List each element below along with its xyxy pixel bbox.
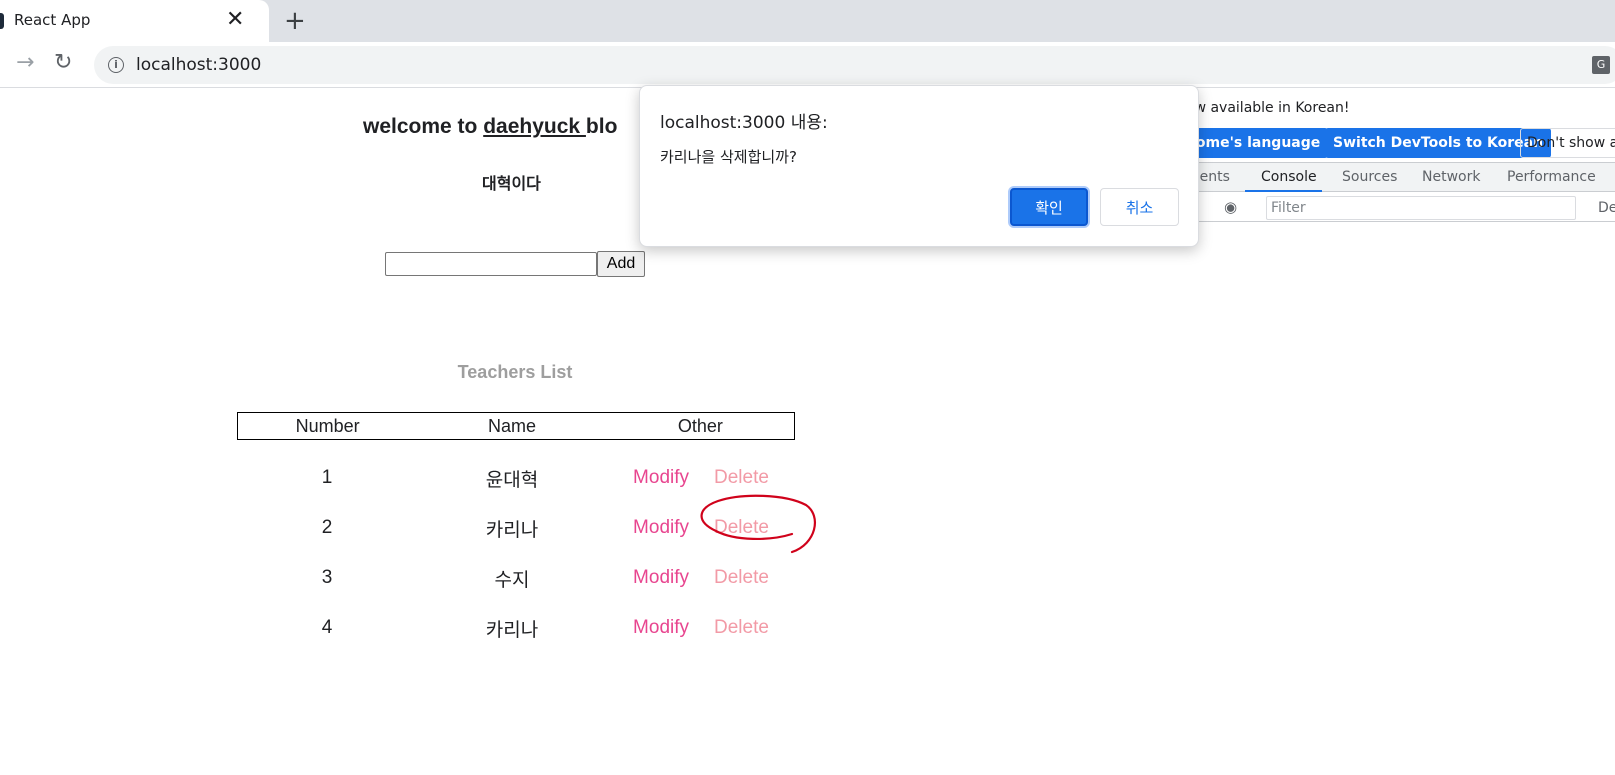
plus-icon[interactable]: + bbox=[284, 6, 306, 36]
modify-link[interactable]: Modify bbox=[633, 467, 689, 489]
cancel-button[interactable]: 취소 bbox=[1100, 188, 1179, 226]
modify-link[interactable]: Modify bbox=[633, 617, 689, 639]
add-input[interactable] bbox=[385, 252, 597, 276]
list-title: Teachers List bbox=[457, 362, 573, 382]
row-actions: Modify Delete bbox=[607, 467, 795, 489]
welcome-link[interactable]: daehyuck bbox=[483, 115, 586, 138]
delete-link[interactable]: Delete bbox=[714, 567, 769, 589]
table-header: Number Name Other bbox=[237, 412, 795, 440]
row-name: 카리나 bbox=[485, 619, 539, 641]
tab-console[interactable]: Console bbox=[1261, 169, 1317, 185]
header-name: Name bbox=[488, 415, 537, 436]
row-actions: Modify Delete bbox=[607, 617, 795, 639]
favicon-icon bbox=[0, 13, 4, 29]
row-number: 2 bbox=[321, 517, 333, 538]
row-number: 1 bbox=[321, 467, 333, 488]
welcome-prefix: welcome to bbox=[363, 115, 484, 138]
row-name: 윤대혁 bbox=[485, 469, 539, 491]
confirm-dialog: localhost:3000 내용: 카리나을 삭제합니까? 확인 취소 bbox=[639, 85, 1199, 247]
close-icon[interactable]: ✕ bbox=[226, 7, 244, 33]
info-icon[interactable]: i bbox=[108, 57, 124, 73]
row-number: 3 bbox=[321, 567, 333, 588]
devtools-language-info: ow available in Korean! bbox=[1186, 100, 1350, 116]
table-row: 2 카리나 Modify Delete bbox=[237, 503, 795, 553]
dont-show-again-button[interactable]: Don't show ag bbox=[1520, 128, 1615, 158]
tab-network[interactable]: Network bbox=[1422, 169, 1480, 185]
filter-input[interactable]: Filter bbox=[1266, 196, 1576, 220]
teachers-table: Number Name Other 1 윤대혁 Modify Delete 2 … bbox=[237, 412, 795, 653]
row-actions: Modify Delete bbox=[607, 567, 795, 589]
browser-tab[interactable]: React App ✕ bbox=[0, 0, 269, 42]
switch-devtools-korean-button[interactable]: Switch DevTools to Korean bbox=[1325, 128, 1552, 158]
tab-strip: React App ✕ + bbox=[0, 0, 1615, 42]
forward-icon[interactable]: → bbox=[16, 50, 34, 75]
header-other: Other bbox=[677, 415, 723, 436]
delete-link[interactable]: Delete bbox=[714, 617, 769, 639]
delete-link[interactable]: Delete bbox=[714, 517, 769, 539]
reload-icon[interactable]: ↻ bbox=[54, 50, 72, 75]
modify-link[interactable]: Modify bbox=[633, 567, 689, 589]
table-row: 1 윤대혁 Modify Delete bbox=[237, 453, 795, 503]
translate-icon[interactable]: G bbox=[1592, 56, 1610, 74]
tab-sources[interactable]: Sources bbox=[1342, 169, 1397, 185]
delete-link[interactable]: Delete bbox=[714, 467, 769, 489]
devtools-language-button[interactable]: rome's language bbox=[1181, 128, 1329, 158]
table-row: 4 카리나 Modify Delete bbox=[237, 603, 795, 653]
ok-button[interactable]: 확인 bbox=[1010, 188, 1088, 226]
tab-performance[interactable]: Performance bbox=[1507, 169, 1596, 185]
header-number: Number bbox=[295, 415, 360, 436]
modify-link[interactable]: Modify bbox=[633, 517, 689, 539]
tab-title: React App bbox=[14, 11, 91, 29]
dialog-title: localhost:3000 내용: bbox=[660, 113, 828, 133]
browser-toolbar: → ↻ i localhost:3000 G bbox=[0, 42, 1615, 88]
row-name: 수지 bbox=[494, 569, 530, 591]
default-levels-dropdown[interactable]: De bbox=[1598, 200, 1615, 216]
page-title: welcome to daehyuck blo bbox=[363, 115, 617, 139]
row-number: 4 bbox=[321, 617, 333, 638]
welcome-suffix: blo bbox=[585, 115, 618, 138]
address-bar[interactable]: i localhost:3000 G bbox=[94, 46, 1615, 84]
table-row: 3 수지 Modify Delete bbox=[237, 553, 795, 603]
url-text[interactable]: localhost:3000 bbox=[136, 55, 261, 75]
row-name: 카리나 bbox=[485, 519, 539, 541]
row-actions: Modify Delete bbox=[607, 517, 795, 539]
subtitle: 대혁이다 bbox=[482, 176, 541, 193]
dialog-message: 카리나을 삭제합니까? bbox=[660, 148, 797, 166]
add-button[interactable]: Add bbox=[597, 251, 645, 277]
eye-icon[interactable]: ◉ bbox=[1224, 198, 1237, 216]
